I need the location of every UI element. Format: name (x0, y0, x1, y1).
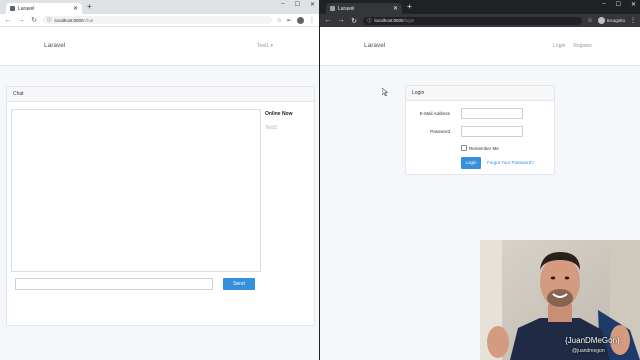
url-host: localhost:8000 (54, 17, 84, 23)
close-icon[interactable]: ✕ (393, 5, 398, 12)
forgot-password-link[interactable]: Forgot Your Password? (487, 157, 534, 169)
login-card-header: Login (406, 86, 554, 101)
message-input[interactable] (15, 278, 213, 290)
online-now-title: Online Now (265, 111, 293, 117)
star-icon[interactable]: ☆ (277, 17, 282, 24)
address-bar[interactable]: ⓘ localhost:8000/login (363, 16, 583, 25)
incognito-indicator[interactable]: Incognito (597, 17, 625, 24)
chat-messages-area[interactable] (11, 109, 261, 272)
caret-down-icon: ▾ (270, 43, 273, 49)
window-controls: – ☐ ✕ (602, 1, 636, 8)
close-window-icon[interactable]: ✕ (310, 1, 315, 8)
maximize-icon[interactable]: ☐ (295, 1, 300, 8)
brand-link[interactable]: Laravel (364, 42, 385, 49)
url-host: localhost:8000 (374, 18, 404, 23)
reload-icon[interactable]: ↻ (350, 17, 358, 25)
back-icon[interactable]: ← (324, 17, 332, 24)
window-controls: – ☐ ✕ (281, 1, 315, 8)
user-menu-dropdown[interactable]: Test1 ▾ (257, 43, 273, 49)
watermark-handle: {JuanDMeGon} (565, 336, 620, 345)
email-field[interactable] (461, 108, 523, 119)
back-icon[interactable]: ← (4, 17, 12, 24)
menu-icon[interactable]: ⋮ (630, 17, 636, 24)
incognito-label: Incognito (606, 18, 625, 23)
remember-me-row: Remember Me (461, 145, 499, 151)
nav-login-link[interactable]: Login (553, 43, 565, 49)
info-icon: ⓘ (367, 17, 372, 23)
browser-toolbar: ← → ↻ ⓘ localhost:8000/login ☆ Incognito… (320, 14, 640, 27)
menu-icon[interactable]: ⋮ (309, 17, 315, 24)
tab-title: Laravel (338, 5, 355, 12)
plus-icon[interactable]: + (407, 3, 412, 11)
chat-card: Chat Online Now Test3 Send (6, 86, 315, 326)
online-user: Test3 (265, 125, 277, 131)
password-row: Password (406, 126, 556, 137)
left-browser-window: Laravel ✕ + – ☐ ✕ ← → ↻ ⓘ localhost:8000… (0, 0, 319, 360)
cast-icon[interactable]: ⇤ (287, 17, 292, 24)
plus-icon[interactable]: + (87, 3, 92, 11)
address-bar[interactable]: ⓘ localhost:8000/chat (43, 16, 272, 24)
user-name: Test1 (257, 43, 270, 49)
send-button[interactable]: Send (223, 278, 255, 290)
watermark-sub: @juandmegon (572, 348, 605, 354)
mouse-cursor-icon (382, 88, 388, 96)
browser-toolbar: ← → ↻ ⓘ localhost:8000/chat ☆ ⇤ ⋮ (0, 14, 319, 27)
browser-tab[interactable]: Laravel ✕ (6, 3, 82, 14)
minimize-icon[interactable]: – (281, 1, 284, 8)
password-label: Password (430, 129, 450, 134)
login-button[interactable]: Login (461, 157, 481, 169)
close-window-icon[interactable]: ✕ (631, 1, 636, 8)
remember-me-checkbox[interactable] (461, 145, 467, 151)
account-icon[interactable] (297, 16, 304, 24)
page-content: Chat Online Now Test3 Send (0, 66, 319, 360)
email-label: E-Mail Address (419, 111, 450, 116)
login-card: Login E-Mail Address Password Remember M… (405, 85, 555, 175)
maximize-icon[interactable]: ☐ (616, 1, 621, 8)
forward-icon[interactable]: → (337, 17, 345, 24)
url-path: /chat (83, 17, 94, 23)
minimize-icon[interactable]: – (602, 1, 605, 8)
reload-icon[interactable]: ↻ (30, 16, 38, 24)
password-field[interactable] (461, 126, 523, 137)
browser-tab[interactable]: Laravel ✕ (326, 3, 402, 14)
favicon-icon (330, 6, 335, 11)
favicon-icon (10, 6, 15, 11)
email-row: E-Mail Address (406, 108, 556, 119)
chat-card-header: Chat (7, 87, 314, 102)
url-path: /login (403, 18, 415, 23)
remember-me-label: Remember Me (469, 145, 499, 151)
tab-title: Laravel (18, 5, 35, 12)
incognito-icon (597, 17, 605, 24)
close-icon[interactable]: ✕ (73, 5, 78, 12)
info-icon: ⓘ (47, 17, 52, 22)
tab-strip: Laravel ✕ + – ☐ ✕ (320, 0, 640, 14)
app-navbar: Laravel Test1 ▾ (0, 27, 319, 66)
app-navbar: Laravel Login Register (320, 27, 640, 66)
brand-link[interactable]: Laravel (44, 42, 65, 49)
nav-register-link[interactable]: Register (573, 43, 592, 49)
webcam-overlay: {JuanDMeGon} @juandmegon (480, 240, 640, 360)
tab-strip: Laravel ✕ + – ☐ ✕ (0, 0, 319, 14)
forward-icon[interactable]: → (17, 17, 25, 24)
star-icon[interactable]: ☆ (587, 17, 592, 24)
